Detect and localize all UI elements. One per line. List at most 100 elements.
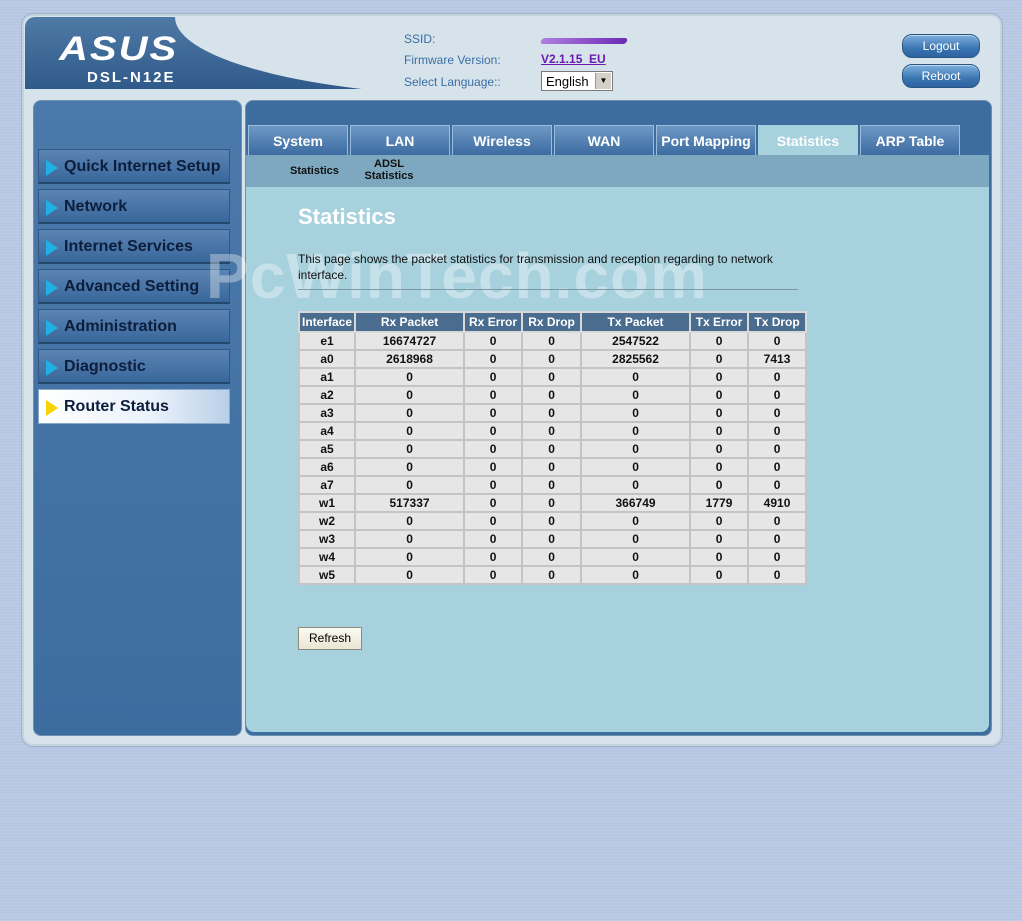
column-header: Rx Error [463, 311, 524, 333]
stat-cell: 0 [689, 457, 750, 477]
stat-cell: 0 [747, 565, 808, 585]
stat-cell: 0 [521, 385, 583, 405]
stat-cell: 0 [689, 421, 750, 441]
tab-wan[interactable]: WAN [554, 125, 654, 156]
subtab-statistics[interactable]: Statistics [290, 165, 339, 177]
tab-port-mapping[interactable]: Port Mapping [656, 125, 756, 156]
stat-cell: 0 [354, 511, 466, 531]
stat-cell: 0 [580, 439, 692, 459]
interface-cell: a7 [297, 475, 357, 495]
content-area: PcWinTech.com Statistics This page shows… [206, 187, 989, 732]
stat-cell: 0 [521, 565, 583, 585]
stat-cell: 0 [521, 529, 583, 549]
stat-cell: 0 [354, 421, 466, 441]
tab-bar: System LAN Wireless WAN Port Mapping Sta… [246, 101, 991, 156]
stat-cell: 0 [521, 457, 583, 477]
stat-cell: 0 [354, 547, 466, 567]
stat-cell: 0 [521, 493, 583, 513]
refresh-button[interactable]: Refresh [298, 627, 362, 650]
triangle-arrow-icon [46, 200, 58, 216]
stat-cell: 0 [747, 331, 808, 351]
stat-cell: 366749 [580, 493, 692, 513]
stat-cell: 0 [463, 565, 524, 585]
interface-cell: a3 [297, 403, 357, 423]
stat-cell: 0 [463, 331, 524, 351]
sidebar-item-label: Advanced Setting [64, 278, 200, 295]
stat-cell: 2825562 [580, 349, 692, 369]
stat-cell: 0 [747, 511, 808, 531]
tab-lan[interactable]: LAN [350, 125, 450, 156]
stat-cell: 0 [747, 475, 808, 495]
sidebar-item-label: Administration [64, 318, 177, 335]
column-header: Tx Packet [580, 311, 692, 333]
logout-button[interactable]: Logout [902, 34, 980, 58]
stat-cell: 0 [521, 403, 583, 423]
sidebar-item-administration[interactable]: Administration [38, 309, 230, 344]
interface-cell: a1 [297, 367, 357, 387]
stat-cell: 0 [689, 547, 750, 567]
page-title: Statistics [298, 204, 396, 229]
stat-cell: 2618968 [354, 349, 466, 369]
stat-cell: 1779 [689, 493, 750, 513]
stat-cell: 0 [580, 475, 692, 495]
subtab-adsl-statistics[interactable]: ADSL Statistics [364, 158, 414, 182]
stat-cell: 0 [689, 511, 750, 531]
language-select[interactable]: English ▼ [541, 71, 613, 91]
interface-cell: a6 [297, 457, 357, 477]
tab-arp-table[interactable]: ARP Table [860, 125, 960, 156]
stat-cell: 0 [463, 529, 524, 549]
column-header: Rx Packet [354, 311, 466, 333]
table-row: a3 0 0 0 0 0 0 [297, 403, 808, 423]
sub-navigation: Statistics ADSL Statistics [246, 155, 989, 187]
stat-cell: 0 [747, 403, 808, 423]
language-selected-value: English [546, 74, 589, 89]
sidebar-item-label: Router Status [64, 398, 169, 415]
firmware-link[interactable]: V2.1.15_EU [541, 52, 606, 66]
dropdown-arrow-icon[interactable]: ▼ [595, 73, 611, 89]
stat-cell: 0 [580, 457, 692, 477]
stat-cell: 517337 [354, 493, 466, 513]
sidebar-item-diagnostic[interactable]: Diagnostic [38, 349, 230, 384]
column-header: Interface [297, 311, 357, 333]
sidebar-item-router-status[interactable]: Router Status [38, 389, 230, 424]
stat-cell: 0 [463, 493, 524, 513]
interface-cell: e1 [297, 331, 357, 351]
firmware-label: Firmware Version: [404, 53, 501, 67]
interface-cell: a0 [297, 349, 357, 369]
sidebar-item-quick-internet-setup[interactable]: Quick Internet Setup [38, 149, 230, 184]
stat-cell: 0 [463, 349, 524, 369]
stat-cell: 0 [580, 385, 692, 405]
stat-cell: 0 [354, 565, 466, 585]
main-panel: System LAN Wireless WAN Port Mapping Sta… [206, 100, 992, 736]
triangle-arrow-icon [46, 320, 58, 336]
tab-system[interactable]: System [248, 125, 348, 156]
stat-cell: 0 [689, 529, 750, 549]
table-row: w1 517337 0 0 366749 1779 4910 [297, 493, 808, 513]
stat-cell: 0 [463, 439, 524, 459]
sidebar-item-advanced-setting[interactable]: Advanced Setting [38, 269, 230, 304]
sidebar: Quick Internet Setup Network Internet Se… [33, 100, 242, 736]
table-row: a7 0 0 0 0 0 0 [297, 475, 808, 495]
stat-cell: 0 [463, 547, 524, 567]
stat-cell: 0 [580, 403, 692, 423]
reboot-button[interactable]: Reboot [902, 64, 980, 88]
stat-cell: 0 [747, 439, 808, 459]
stat-cell: 0 [580, 511, 692, 531]
stat-cell: 0 [463, 457, 524, 477]
asus-logo: ASUS [59, 30, 179, 68]
tab-wireless[interactable]: Wireless [452, 125, 552, 156]
sidebar-item-internet-services[interactable]: Internet Services [38, 229, 230, 264]
stat-cell: 0 [747, 529, 808, 549]
column-header: Rx Drop [521, 311, 583, 333]
tab-statistics[interactable]: Statistics [758, 125, 858, 156]
stat-cell: 0 [580, 529, 692, 549]
sidebar-item-network[interactable]: Network [38, 189, 230, 224]
triangle-arrow-icon [46, 280, 58, 296]
stat-cell: 0 [580, 421, 692, 441]
stat-cell: 0 [463, 475, 524, 495]
stat-cell: 0 [689, 367, 750, 387]
ssid-label: SSID: [404, 32, 436, 46]
column-header: Tx Error [689, 311, 750, 333]
table-row: a6 0 0 0 0 0 0 [297, 457, 808, 477]
stat-cell: 2547522 [580, 331, 692, 351]
